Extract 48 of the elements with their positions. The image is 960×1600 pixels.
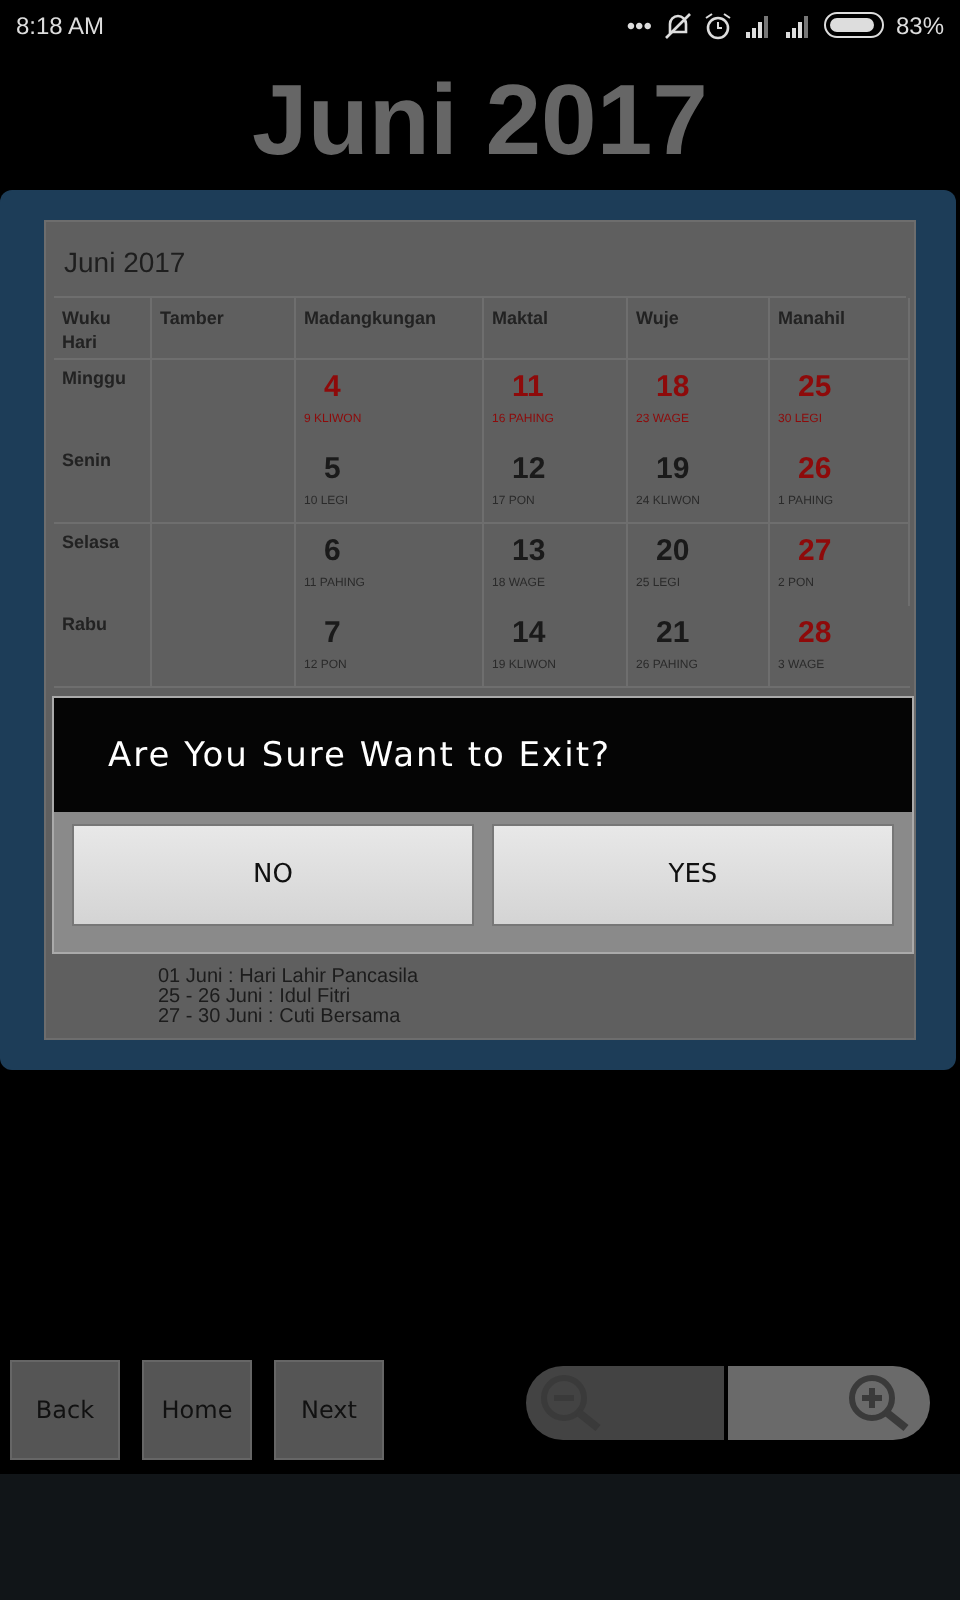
date-number: 18 <box>654 368 692 408</box>
date-number: 11 <box>510 368 546 408</box>
signal-icon <box>743 13 772 37</box>
zoom-out-icon <box>538 1372 606 1432</box>
holiday-note: 25 - 26 Juni : Idul Fitri <box>158 988 351 1008</box>
nav-button[interactable]: Next <box>274 1360 384 1460</box>
date-number: 25 <box>796 368 834 408</box>
date-number: 19 <box>654 450 692 490</box>
date-number: 21 <box>654 614 692 654</box>
date-number: 6 <box>322 532 343 572</box>
date-number: 20 <box>654 532 692 572</box>
date-number: 27 <box>796 532 834 572</box>
date-number: 12 <box>510 450 548 490</box>
nav-button[interactable]: Home <box>142 1360 252 1460</box>
calendar-title: Juni 2017 <box>62 244 188 282</box>
date-number: 5 <box>322 450 343 490</box>
battery-percentage: 83% <box>895 11 944 39</box>
dialog-button[interactable]: NO <box>72 824 474 926</box>
weekday-label: Selasa <box>60 530 122 556</box>
date-number: 13 <box>510 532 548 572</box>
dialog-button[interactable]: YES <box>492 824 894 926</box>
holiday-note: 01 Juni : Hari Lahir Pancasila <box>158 968 419 988</box>
status-time: 8:18 AM <box>16 11 105 39</box>
weekday-label: Senin <box>60 448 114 474</box>
date-number: 7 <box>322 614 343 654</box>
column-header: Maktal <box>484 298 628 360</box>
signal-icon <box>783 13 812 37</box>
month-title: Juni 2017 <box>250 66 710 176</box>
column-header: Tamber <box>152 298 296 360</box>
column-header: Wuku Hari <box>54 298 152 360</box>
more-notifications-icon: ••• <box>626 11 652 39</box>
date-number: 28 <box>796 614 834 654</box>
zoom-in-button[interactable] <box>728 1365 930 1439</box>
nav-button[interactable]: Back <box>10 1360 120 1460</box>
date-number: 14 <box>510 614 548 654</box>
battery-icon <box>823 12 884 38</box>
alarm-icon <box>703 11 732 39</box>
dialog-message: Are You Sure Want to Exit? <box>54 698 912 812</box>
alarm-off-icon <box>663 11 692 39</box>
weekday-label: Minggu <box>60 366 128 392</box>
weekday-label: Rabu <box>60 612 109 638</box>
holiday-note: 27 - 30 Juni : Cuti Bersama <box>158 1008 401 1028</box>
column-header: Madangkungan <box>296 298 484 360</box>
zoom-in-icon <box>846 1372 914 1432</box>
date-number: 4 <box>322 368 343 408</box>
date-number: 26 <box>796 450 834 490</box>
column-header: Manahil <box>770 298 910 360</box>
column-header: Wuje <box>628 298 770 360</box>
